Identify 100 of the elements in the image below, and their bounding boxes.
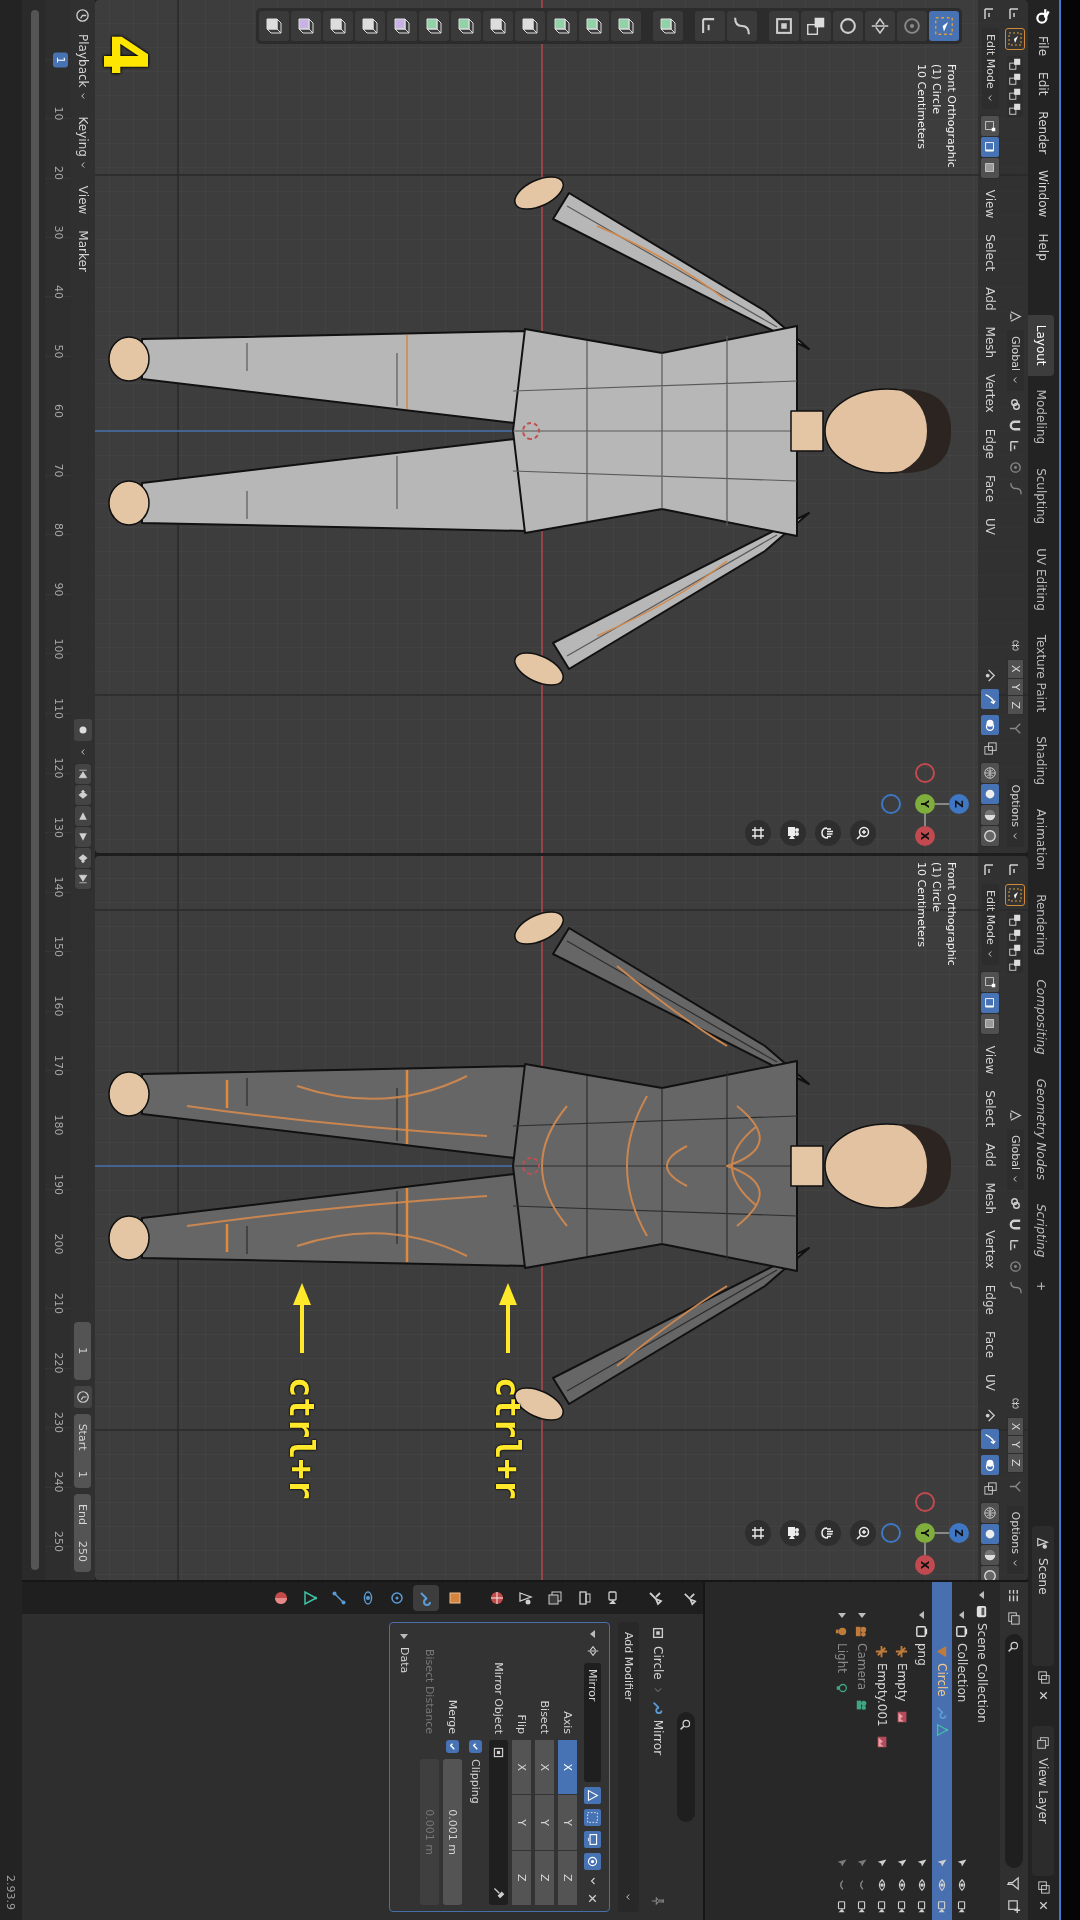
- outliner-row[interactable]: Camera: [852, 1582, 872, 1920]
- workspace-tab[interactable]: Layout: [1028, 314, 1055, 376]
- menu-item[interactable]: Edit: [1033, 66, 1054, 102]
- frame-number: 20: [52, 166, 65, 181]
- menu-item[interactable]: Face: [981, 469, 1000, 508]
- menu-item[interactable]: Help: [1033, 227, 1054, 267]
- axis-toggle[interactable]: Y: [1008, 678, 1023, 696]
- start-frame-field[interactable]: Start 1: [74, 1413, 92, 1489]
- mode-dropdown[interactable]: Edit Mode: [982, 28, 999, 109]
- menu-item[interactable]: Render: [1033, 105, 1054, 161]
- menu-item[interactable]: File: [1033, 30, 1054, 63]
- frame-number: 130: [52, 817, 65, 839]
- outliner-row[interactable]: Empty: [892, 1582, 912, 1920]
- viewport-info-text: Front Orthographic: [945, 862, 958, 966]
- workspace-tab[interactable]: UV Editing: [1028, 538, 1055, 621]
- playhead[interactable]: 1: [53, 52, 68, 68]
- orientation-dropdown[interactable]: Global: [1007, 330, 1024, 392]
- axis-toggle[interactable]: Z: [1008, 1454, 1023, 1472]
- axis-toggle[interactable]: Z: [512, 1850, 532, 1905]
- axis-toggle[interactable]: Y: [512, 1795, 532, 1850]
- property-label: Mirror Object: [492, 1661, 506, 1734]
- scene-selector[interactable]: Scene: [1032, 1526, 1055, 1666]
- menu-item[interactable]: Mesh: [981, 321, 1000, 364]
- axis-toggle[interactable]: Y: [558, 1795, 578, 1850]
- workspace-tab[interactable]: Sculpting: [1028, 458, 1055, 535]
- add-workspace-tab[interactable]: +: [1028, 1271, 1055, 1302]
- frame-number: 80: [52, 523, 65, 538]
- viewport-info-text: (1) Circle: [930, 64, 943, 116]
- axis-handle[interactable]: X: [915, 826, 935, 846]
- workspace-tab[interactable]: Compositing: [1028, 969, 1055, 1065]
- frame-number: 30: [52, 225, 65, 240]
- menu-item[interactable]: Vertex: [981, 369, 1000, 418]
- options-dropdown[interactable]: Options: [1007, 778, 1024, 847]
- viewport-info-text: (1) Circle: [930, 862, 943, 914]
- menu-item[interactable]: View: [74, 180, 92, 220]
- 3d-viewport[interactable]: Z X Y ctrl+r ctrl+r Global X Y Z Options Edit Mode View Select Add Mesh Vertex Edge Face UV Front Orthographic (1) Circle 10 Centimeters: [95, 856, 1028, 1580]
- menu-item[interactable]: Window: [1033, 164, 1054, 224]
- menu-item[interactable]: Add: [981, 282, 1000, 316]
- axis-handle[interactable]: Z: [949, 794, 969, 814]
- axis-toggle[interactable]: Z: [558, 1850, 578, 1905]
- menu-item[interactable]: Keying: [74, 111, 92, 175]
- subpanel-header[interactable]: Data: [398, 1629, 417, 1905]
- current-frame-field[interactable]: 1: [74, 1321, 92, 1380]
- axis-toggle[interactable]: Y: [535, 1795, 555, 1850]
- breadcrumb-item: Circle: [651, 1646, 665, 1680]
- axis-toggle[interactable]: X: [535, 1740, 555, 1795]
- frame-number: 210: [52, 1293, 65, 1315]
- workspace-tab[interactable]: Modeling: [1028, 379, 1055, 455]
- outliner-row[interactable]: png: [912, 1582, 932, 1920]
- frame-number: 180: [52, 1114, 65, 1136]
- workspace-tab[interactable]: Rendering: [1028, 884, 1055, 966]
- end-frame-field[interactable]: End 250: [74, 1494, 92, 1572]
- axis-toggle[interactable]: Z: [535, 1850, 555, 1905]
- menu-item[interactable]: Select: [981, 229, 1000, 277]
- axis-handle[interactable]: Z: [949, 1523, 969, 1543]
- axis-toggle[interactable]: Z: [1008, 696, 1023, 714]
- menu-item[interactable]: View: [981, 184, 1000, 224]
- menu-item[interactable]: Vertex: [981, 1225, 1000, 1274]
- axis-toggle[interactable]: X: [558, 1740, 578, 1795]
- frame-ruler[interactable]: 10 20 30 40 50 60 70 80 90 100 110 120 130 140 150 160 170 180 190 200 210 220 230 240 250 1: [45, 0, 71, 1580]
- outliner-item-label: png: [915, 1643, 929, 1666]
- add-modifier-dropdown[interactable]: Add Modifier: [618, 1622, 639, 1912]
- menu-item[interactable]: Edge: [981, 1279, 1000, 1320]
- workspace-tab[interactable]: Texture Paint: [1028, 624, 1055, 723]
- view-layer-selector[interactable]: View Layer: [1032, 1726, 1055, 1876]
- menu-item[interactable]: UV: [981, 1369, 1000, 1397]
- workspace-tab[interactable]: Animation: [1028, 799, 1055, 881]
- workspace-tab[interactable]: Scripting: [1028, 1193, 1055, 1268]
- menu-item[interactable]: Edge: [981, 423, 1000, 464]
- outliner-row[interactable]: Light: [832, 1582, 852, 1920]
- viewport-info-text: 10 Centimeters: [915, 64, 928, 152]
- menu-item[interactable]: Add: [981, 1138, 1000, 1172]
- axis-toggle[interactable]: X: [512, 1740, 532, 1795]
- orientation-dropdown[interactable]: Global: [1007, 1128, 1024, 1190]
- axis-toggle[interactable]: X: [1008, 1417, 1023, 1436]
- menu-item[interactable]: Marker: [74, 225, 92, 277]
- axis-handle[interactable]: Y: [915, 1523, 935, 1543]
- mode-dropdown[interactable]: Edit Mode: [982, 884, 999, 965]
- workspace-tab[interactable]: Geometry Nodes: [1028, 1068, 1055, 1190]
- options-dropdown[interactable]: Options: [1007, 1505, 1024, 1574]
- axis-handle[interactable]: X: [915, 1555, 935, 1575]
- checkbox-label: Clipping: [469, 1759, 483, 1804]
- menu-item[interactable]: View: [981, 1040, 1000, 1080]
- menu-item[interactable]: UV: [981, 513, 1000, 541]
- outliner-row[interactable]: Collection: [952, 1582, 972, 1920]
- frame-number: 150: [52, 936, 65, 958]
- axis-toggle[interactable]: X: [1008, 660, 1023, 678]
- number-field[interactable]: 0.001 m: [443, 1759, 463, 1905]
- axis-handle[interactable]: Y: [915, 794, 935, 814]
- name-field[interactable]: Mirror: [584, 1663, 602, 1782]
- menu-item[interactable]: Face: [981, 1325, 1000, 1364]
- outliner-row[interactable]: Empty.001: [872, 1582, 892, 1920]
- workspace-tab[interactable]: Shading: [1028, 726, 1055, 795]
- menu-item[interactable]: Playback: [74, 29, 92, 106]
- frame-number: 100: [52, 638, 65, 660]
- outliner-row[interactable]: Scene Collection: [972, 1582, 992, 1920]
- menu-item[interactable]: Mesh: [981, 1177, 1000, 1220]
- frame-number: 70: [52, 463, 65, 478]
- axis-toggle[interactable]: Y: [1008, 1436, 1023, 1453]
- menu-item[interactable]: Select: [981, 1085, 1000, 1133]
